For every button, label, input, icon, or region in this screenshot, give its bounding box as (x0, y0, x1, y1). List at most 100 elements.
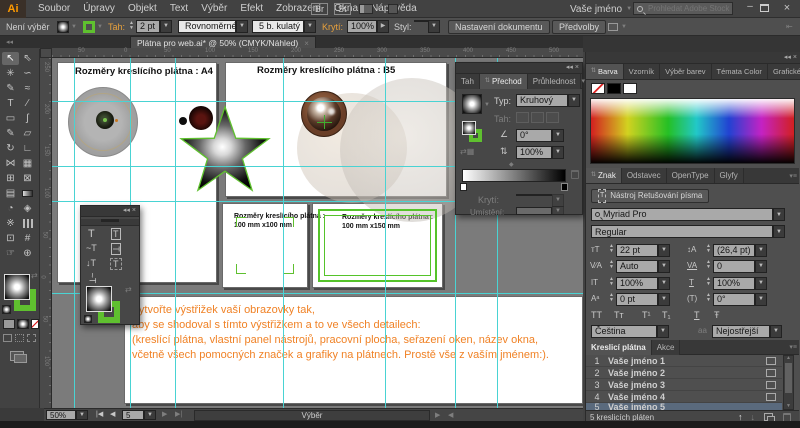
rotation-field[interactable]: 0° (713, 293, 755, 306)
brush-field[interactable]: 5 b. kulatý (252, 20, 304, 33)
leading-dd-icon[interactable]: ▼ (755, 244, 767, 257)
brush-dd-icon[interactable]: ▼ (304, 20, 316, 33)
shape-builder-tool[interactable]: ⊞ (2, 172, 19, 185)
kerning-field[interactable]: Auto (616, 260, 658, 273)
hand-tool[interactable]: ☞ (2, 247, 19, 260)
stock-button[interactable]: St (334, 3, 351, 15)
none-mode-button[interactable] (31, 319, 39, 329)
search-input[interactable] (646, 3, 732, 14)
gradient-slider[interactable] (462, 169, 566, 182)
artboard-page-icon[interactable] (766, 381, 776, 389)
menu-text[interactable]: Text (170, 3, 188, 14)
workspace-caret-icon[interactable]: ▼ (375, 6, 381, 12)
slice-tool[interactable]: # (19, 232, 36, 245)
green-rect-outer[interactable] (318, 209, 437, 282)
column-graph-tool[interactable] (19, 217, 36, 230)
document-tab-close-icon[interactable]: × (304, 39, 309, 48)
user-name[interactable]: Vaše jméno (570, 4, 622, 15)
perspective-grid-tool[interactable]: ⊠ (19, 172, 36, 185)
default-fill-stroke-icon[interactable] (2, 305, 11, 314)
panel-collapse-icon[interactable]: ◂◂ (566, 64, 573, 71)
opacity-label[interactable]: Krytí: (322, 22, 343, 32)
artboard-row[interactable]: 2 Vaše jméno 2 (586, 367, 782, 379)
font-style-dd-icon[interactable]: ▼ (773, 225, 785, 238)
menu-soubor[interactable]: Soubor (38, 3, 70, 14)
guide-v3[interactable] (175, 58, 176, 408)
artboard-row-name[interactable]: Vaše jméno 2 (608, 368, 665, 378)
vertical-ruler[interactable]: 250 200 150 100 50 0 50 100 (40, 58, 52, 408)
leading-stepper[interactable]: ▲▼ (705, 244, 712, 254)
touch-type-button[interactable]: T Nástroj Retušování písma (591, 189, 709, 203)
rectangle-tool[interactable]: ▭ (2, 112, 19, 125)
gradient-thumb-caret-icon[interactable]: ▼ (484, 102, 490, 108)
small-caps-button[interactable]: Tᴛ (614, 310, 624, 320)
kerning-dd-icon[interactable]: ▼ (658, 260, 670, 273)
first-artboard-icon[interactable]: |◀ (96, 410, 103, 418)
guide-v4[interactable] (283, 58, 284, 408)
vertical-type-tool-btn[interactable]: ↓T (86, 258, 96, 268)
subscript-button[interactable]: T₁ (662, 310, 671, 320)
paintbrush-tool[interactable]: ʃ (19, 112, 36, 125)
panel-swap-icon[interactable]: ⇄ (125, 285, 132, 294)
draw-inside-icon[interactable] (27, 334, 36, 342)
aspect-dd-icon[interactable]: ▼ (552, 146, 564, 159)
aspect-field[interactable]: 100% (516, 146, 552, 159)
new-artboard-icon[interactable] (764, 413, 773, 421)
panel-menu-icon[interactable]: ▾≡ (789, 343, 799, 351)
pencil-tool[interactable]: ✎ (2, 127, 19, 140)
h-scale-dd-icon[interactable]: ▼ (658, 277, 670, 290)
panel-fill-swatch[interactable] (86, 286, 112, 312)
gradient-tool[interactable] (19, 187, 36, 200)
tracking-dd-icon[interactable]: ▼ (755, 260, 767, 273)
document-setup-button[interactable]: Nastavení dokumentu (448, 20, 550, 34)
strikethrough-button[interactable]: Ŧ (714, 310, 720, 320)
scroll-down-icon[interactable]: ▼ (786, 403, 791, 409)
artboard-row[interactable]: 1 Vaše jméno 1 (586, 355, 782, 367)
menu-upravy[interactable]: Úpravy (83, 3, 115, 14)
touch-type-tool-btn[interactable]: T (110, 258, 122, 270)
color-mode-button[interactable] (3, 319, 15, 329)
artboard-tool[interactable]: ⊡ (2, 232, 19, 245)
free-transform-tool[interactable]: ▦ (19, 157, 36, 170)
h-scale-field[interactable]: 100% (616, 277, 658, 290)
tab-tah[interactable]: Tah (456, 74, 480, 89)
artboard-list-scrollbar[interactable]: ▲ ▼ (783, 355, 794, 410)
panel-menu-icon[interactable]: ▾≡ (789, 172, 799, 180)
menu-vyber[interactable]: Výběr (201, 3, 227, 14)
stroke-weight-field[interactable]: 2 pt (136, 20, 160, 33)
white-swatch[interactable] (623, 83, 637, 94)
angle-field[interactable]: 0° (516, 129, 552, 142)
magic-wand-tool[interactable]: ✳ (2, 67, 19, 80)
collapse-controlbar-icon[interactable]: ⇤ (786, 22, 793, 31)
direct-selection-tool[interactable]: ⇖ (19, 52, 36, 65)
gradient-stop-white[interactable] (460, 183, 467, 191)
bridge-button[interactable]: Br (311, 3, 328, 15)
panel-collapse-icon[interactable]: ◂◂ (123, 207, 130, 214)
artboard-number-field[interactable]: 5 (122, 410, 144, 420)
zoom-level-field[interactable]: 50% (46, 410, 76, 420)
preferences-button[interactable]: Předvolby (552, 20, 606, 34)
font-style-field[interactable]: Regular (591, 225, 773, 238)
stroke-swatch[interactable] (83, 21, 95, 33)
artboard-page-icon[interactable] (766, 393, 776, 401)
gradient-panel-header[interactable]: ◂◂ × (456, 63, 582, 74)
pen-tool[interactable]: ✎ (2, 82, 19, 95)
tab-kreslici-platna[interactable]: Kreslicí plátna (586, 340, 652, 355)
draw-behind-icon[interactable] (15, 334, 24, 342)
baseline-dd-icon[interactable]: ▼ (658, 293, 670, 306)
type-on-path-tool-btn[interactable]: ~T (86, 243, 97, 253)
document-tab-title[interactable]: Plátna pro web.ai* @ 50% (CMYK/Náhled) (137, 38, 298, 48)
curvature-tool[interactable]: ≈ (19, 82, 36, 95)
font-size-stepper[interactable]: ▲▼ (608, 244, 615, 254)
gradient-star[interactable] (177, 105, 273, 201)
font-family-field[interactable]: Myriad Pro (591, 208, 773, 221)
guide-v1[interactable] (74, 58, 75, 408)
color-spectrum[interactable] (590, 98, 795, 164)
artboard-row-selected[interactable]: 5 Vaše jméno 5 (586, 403, 782, 410)
panel-close-icon[interactable]: × (132, 207, 136, 214)
ruler-corner[interactable] (40, 48, 52, 58)
screen-mode-icon[interactable] (10, 351, 24, 361)
tools-collapse-icon[interactable]: ◂◂ (6, 38, 13, 46)
rotation-dd-icon[interactable]: ▼ (755, 293, 767, 306)
v-scale-field[interactable]: 100% (713, 277, 755, 290)
